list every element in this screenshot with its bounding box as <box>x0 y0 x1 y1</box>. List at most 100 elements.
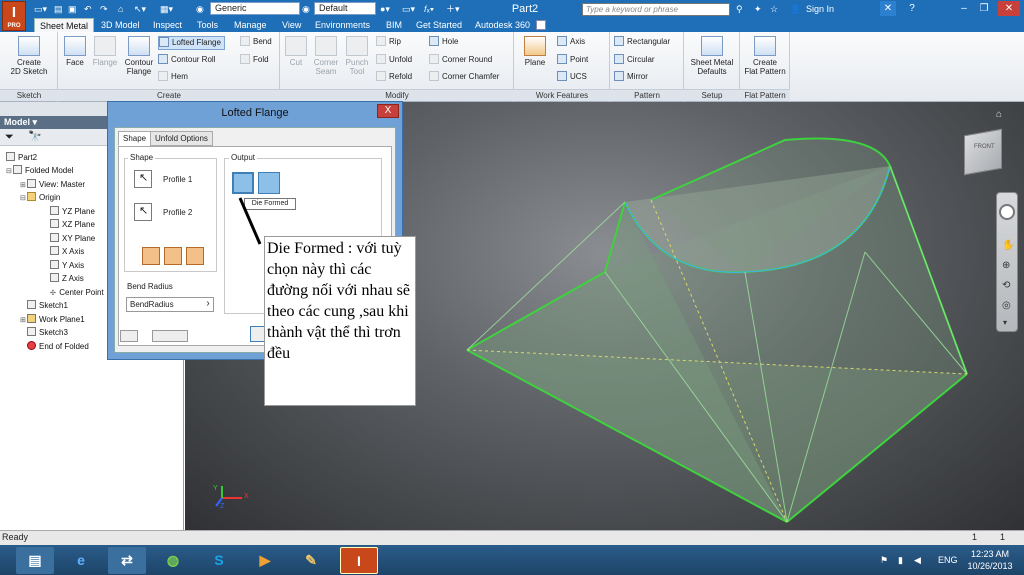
tab-tools[interactable]: Tools <box>192 18 223 32</box>
punch-tool-button[interactable]: Punch Tool <box>342 36 372 76</box>
help-icon[interactable]: ? <box>904 1 920 16</box>
restore-button[interactable]: ❐ <box>976 1 992 16</box>
help-search-input[interactable]: Type a keyword or phrase <box>582 3 730 16</box>
dialog-title[interactable]: Lofted Flange <box>107 101 403 125</box>
tab-sheet-metal[interactable]: Sheet Metal <box>34 18 95 32</box>
panel-title-setup[interactable]: Setup <box>684 89 740 101</box>
hole-button[interactable]: Hole <box>429 36 458 50</box>
circular-pattern-button[interactable]: Circular <box>614 54 655 68</box>
browser-item-y-axis[interactable]: Y Axis <box>50 259 84 272</box>
browser-item-sketch3[interactable]: Sketch3 <box>20 326 68 339</box>
home-view-icon[interactable]: ⌂ <box>996 109 1002 120</box>
browser-item-x-axis[interactable]: X Axis <box>50 245 84 258</box>
qat-select-icon[interactable]: ↖▾ <box>134 2 146 16</box>
qat-update-icon[interactable]: ▦▾ <box>160 2 173 16</box>
tab-unfold-options[interactable]: Unfold Options <box>150 131 213 146</box>
tab-view[interactable]: View <box>277 18 306 32</box>
qat-save-icon[interactable]: ▣ <box>68 2 77 16</box>
qat-new-icon[interactable]: ▭▾ <box>34 2 47 16</box>
tab-environments[interactable]: Environments <box>310 18 375 32</box>
browser-item-work-plane1[interactable]: ⊞ Work Plane1 <box>20 313 85 326</box>
flip-direction-3-button[interactable] <box>186 247 204 265</box>
qat-open-icon[interactable]: ▤ <box>54 2 63 16</box>
sign-in-link[interactable]: Sign In <box>806 2 834 16</box>
language-indicator[interactable]: ENG <box>938 555 958 565</box>
qat-fx-icon[interactable]: 𝑓ₓ▾ <box>424 2 434 16</box>
flip-direction-1-button[interactable] <box>142 247 160 265</box>
inventor-taskbar-icon[interactable]: I <box>340 547 378 574</box>
clock-time[interactable]: 12:23 AM <box>966 549 1014 559</box>
qat-customize-icon[interactable]: ＋▾ <box>446 2 460 16</box>
communication-icon[interactable]: ☆ <box>770 2 778 16</box>
browser-item-z-axis[interactable]: Z Axis <box>50 272 84 285</box>
tab-get-started[interactable]: Get Started <box>411 18 467 32</box>
qat-redo-icon[interactable]: ↷ <box>100 2 108 16</box>
contour-roll-button[interactable]: Contour Roll <box>158 54 215 68</box>
create-flat-pattern-button[interactable]: Create Flat Pattern <box>741 36 789 76</box>
exchange-icon[interactable]: ✕ <box>880 1 896 16</box>
profile2-select-button[interactable]: ↖ <box>134 203 152 221</box>
viewcube[interactable] <box>964 128 1002 176</box>
die-formed-button[interactable] <box>232 172 254 194</box>
lofted-flange-button[interactable]: Lofted Flange <box>158 36 225 50</box>
corner-chamfer-button[interactable]: Corner Chamfer <box>429 71 499 85</box>
look-at-icon[interactable]: ◎ <box>1002 300 1011 311</box>
hem-button[interactable]: Hem <box>158 71 188 85</box>
qat-color-icon[interactable]: ●▾ <box>380 2 390 16</box>
qat-home-icon[interactable]: ⌂ <box>118 2 123 16</box>
axis-button[interactable]: Axis <box>557 36 585 50</box>
plane-button[interactable]: Plane <box>520 36 550 67</box>
internet-explorer-icon[interactable]: e <box>62 547 100 574</box>
qat-undo-icon[interactable]: ↶ <box>84 2 92 16</box>
bend-radius-input[interactable]: BendRadius <box>126 297 214 312</box>
profile1-select-button[interactable]: ↖ <box>134 170 152 188</box>
tray-flag-icon[interactable]: ⚑ <box>880 555 888 566</box>
browser-item-sketch1[interactable]: Sketch1 <box>20 299 68 312</box>
face-button[interactable]: Face <box>62 36 88 67</box>
tab-3d-model[interactable]: 3D Model <box>96 18 145 32</box>
sheet-metal-defaults-button[interactable]: Sheet Metal Defaults <box>686 36 738 76</box>
cut-button[interactable]: Cut <box>284 36 308 67</box>
ucs-button[interactable]: UCS <box>557 71 587 85</box>
browser-item-yz-plane[interactable]: YZ Plane <box>50 205 95 218</box>
paint-icon[interactable]: ✎ <box>292 547 330 574</box>
browser-item-center-point[interactable]: ✣ Center Point <box>50 286 104 299</box>
qat-measure-icon[interactable]: ▭▾ <box>402 2 415 16</box>
nav-bar-menu-icon[interactable]: ▾ <box>1003 318 1007 327</box>
binoculars-icon[interactable]: ⚲ <box>736 2 743 16</box>
browser-item-xy-plane[interactable]: XY Plane <box>50 232 95 245</box>
dialog-close-button[interactable]: X <box>377 104 399 118</box>
material-dropdown[interactable]: Generic <box>210 2 300 15</box>
unfold-button[interactable]: Unfold <box>376 54 412 68</box>
appearance-dropdown[interactable]: Default <box>314 2 376 15</box>
find-binoculars-icon[interactable]: 🔭 <box>28 130 42 143</box>
clock-date[interactable]: 10/26/2013 <box>962 561 1018 571</box>
fold-button[interactable]: Fold <box>240 54 269 68</box>
skype-icon[interactable]: S <box>200 547 238 574</box>
filter-icon[interactable]: ⏷ <box>5 131 14 144</box>
browser-item-view[interactable]: ⊞ View: Master <box>20 178 85 191</box>
bend-button[interactable]: Bend <box>240 36 272 50</box>
tray-volume-icon[interactable]: ◀ <box>914 555 921 566</box>
corner-seam-button[interactable]: Corner Seam <box>310 36 342 76</box>
browser-item-folded-model[interactable]: ⊟ Folded Model <box>6 164 73 177</box>
panel-title-modify[interactable]: Modify <box>280 89 514 101</box>
contour-flange-button[interactable]: Contour Flange <box>120 36 158 76</box>
tab-autodesk-360[interactable]: Autodesk 360 <box>470 18 535 32</box>
orbit-icon[interactable]: ⟲ <box>1002 280 1010 291</box>
corner-round-button[interactable]: Corner Round <box>429 54 492 68</box>
minimize-button[interactable]: – <box>956 1 972 16</box>
bend-radius-arrow-icon[interactable]: › <box>202 297 214 312</box>
steering-wheel-icon[interactable] <box>999 204 1015 220</box>
tab-bim[interactable]: BIM <box>381 18 407 32</box>
pan-icon[interactable]: ✋ <box>1002 240 1014 251</box>
point-button[interactable]: Point <box>557 54 588 68</box>
tab-manage[interactable]: Manage <box>229 18 272 32</box>
tray-network-icon[interactable]: ▮ <box>898 555 903 566</box>
file-explorer-icon[interactable]: ▤ <box>16 547 54 574</box>
zoom-icon[interactable]: ⊕ <box>1002 260 1010 271</box>
browser-item-end-of-folded[interactable]: End of Folded <box>20 340 89 353</box>
ribbon-toggle-icon[interactable] <box>536 20 546 30</box>
close-button[interactable]: ✕ <box>998 1 1020 16</box>
flange-button[interactable]: Flange <box>90 36 120 67</box>
